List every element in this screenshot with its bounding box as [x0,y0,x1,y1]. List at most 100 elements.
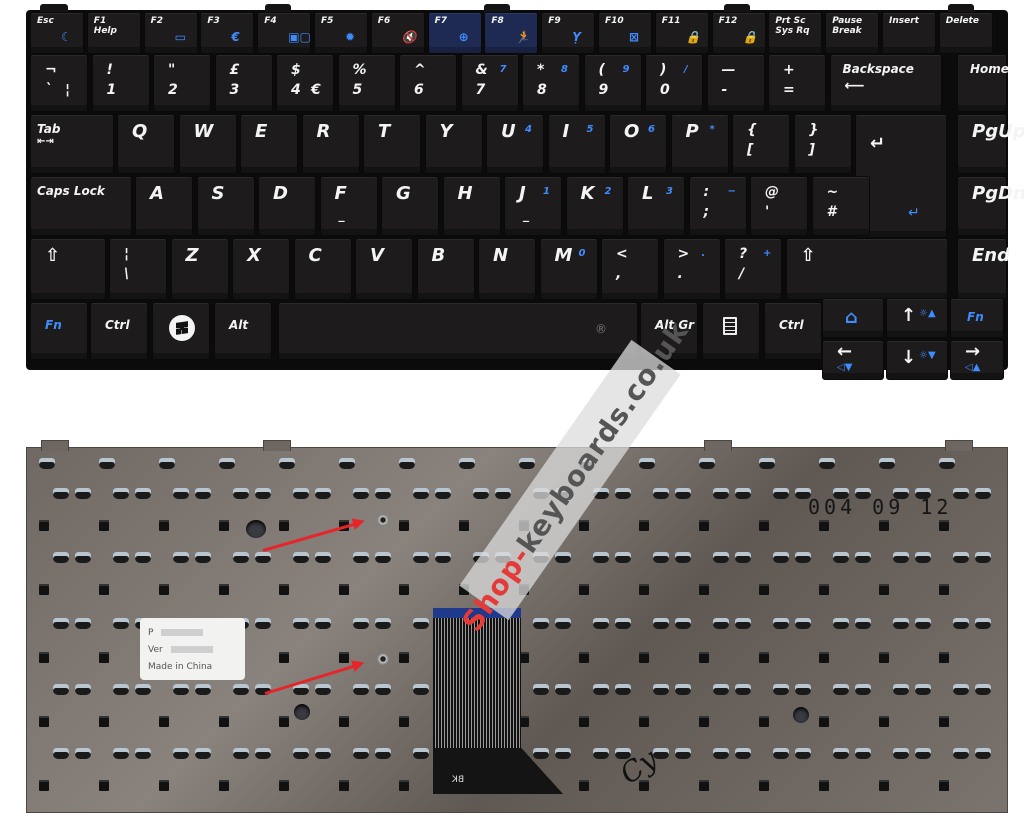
key-q[interactable]: Q [117,114,175,174]
key-0[interactable]: ) 0 / [645,54,703,112]
key-symbol[interactable]: >.. [662,238,721,300]
key-windows[interactable] [152,302,210,360]
key-label: B [431,245,446,266]
key-f9[interactable]: F9 Ỵ [541,12,596,54]
key-4[interactable]: $4 € [276,54,334,112]
key-r[interactable]: R [301,114,360,174]
key-j[interactable]: J 1 _ [504,176,562,236]
key-m[interactable]: M0 [539,238,598,300]
key-o[interactable]: O6 [609,114,667,174]
key-pgup[interactable]: PgUp [957,114,1024,174]
key-f12[interactable]: F12 🔒 [711,12,766,54]
key-f3[interactable]: F3 € [200,12,255,54]
key-pgdn[interactable]: PgDn [957,176,1024,236]
key-3[interactable]: £3 [214,54,273,112]
key-f6[interactable]: F6 🔇 [370,12,425,54]
key-symbol[interactable]: — - [706,54,765,112]
key-shift[interactable]: ⇧ [30,238,106,300]
key-i[interactable]: I5 [547,114,606,174]
key-insert[interactable]: Insert [882,12,936,54]
key-left-arrow[interactable]: ← ◁▼ [822,340,884,380]
key-end[interactable]: End [957,238,1010,300]
key-1[interactable]: ! 1 [91,54,150,112]
key-w[interactable]: W [178,114,237,174]
key-ctrl-right[interactable]: Ctrl [764,302,822,360]
key-y[interactable]: Y [424,114,483,174]
key-symbol[interactable]: @ ' [750,176,808,236]
key-fn-right[interactable]: Fn [950,298,1004,338]
key-tab[interactable]: Tab ⇤⇥ [30,114,114,174]
key-5[interactable]: % 5 [337,54,396,112]
key-x[interactable]: X [232,238,290,300]
key-v[interactable]: V [355,238,413,300]
key-shift[interactable]: ⇧ [785,238,948,300]
key-symbol[interactable]: :; − [688,176,747,236]
plate-hole [159,458,175,469]
key-7[interactable]: & 7 7 [460,54,519,112]
key-u[interactable]: U4 [486,114,544,174]
key-9[interactable]: (9 9 [583,54,642,112]
plate-hole [953,684,969,695]
plate-hole [833,552,849,563]
key-g[interactable]: G [381,176,439,236]
plate-hole [459,584,469,595]
key-f1[interactable]: F1 Help [86,12,141,54]
key-f7[interactable]: F7 ⊕ [427,12,482,54]
plate-hole [353,552,369,563]
key-alt[interactable]: Alt [214,302,272,360]
key-2[interactable]: " 2 [153,54,211,112]
cable-code: BK [452,775,465,785]
key-t[interactable]: T [363,114,421,174]
key-e[interactable]: E [240,114,298,174]
key-alt-gr[interactable]: Alt Gr [640,302,698,360]
key-p[interactable]: P * [670,114,729,174]
key-a[interactable]: A [135,176,193,236]
key-backspace[interactable]: Backspace ⟵ [829,54,942,112]
key-fn[interactable]: Fn [30,302,88,360]
key-f11[interactable]: F11 🔒 [654,12,709,54]
numpad-label: * [709,124,715,135]
key-8[interactable]: * 8 8 [522,54,580,112]
key-6[interactable]: ^ 6 [399,54,457,112]
key-up-arrow[interactable]: ↑ ☼▲ [886,298,948,338]
key-symbol[interactable]: ~ # [811,176,870,236]
key-down-arrow[interactable]: ↓ ☼▼ [886,340,948,380]
key-home[interactable]: Home [957,54,1009,112]
plate-hole [593,488,609,499]
key-c[interactable]: C [293,238,352,300]
key-b[interactable]: B [416,238,475,300]
key-esc[interactable]: Esc ☾ [30,12,84,54]
key-delete[interactable]: Delete [938,12,993,54]
key-l[interactable]: L3 [627,176,685,236]
key-symbol[interactable]: ¬ ` ¦ [30,54,88,112]
key-symbol[interactable]: {[ [732,114,790,174]
key-s[interactable]: S [196,176,255,236]
key-h[interactable]: H [442,176,501,236]
key-menu[interactable] [702,302,760,360]
key-right-arrow[interactable]: → ◁▲ [950,340,1004,380]
key-n[interactable]: N [478,238,536,300]
key-symbol[interactable]: ¦ \ [109,238,167,300]
plate-hole [893,552,909,563]
key-symbol[interactable]: ? / + [724,238,782,300]
key-symbol[interactable]: }] [793,114,852,174]
key-f8[interactable]: F8 🏃 [484,12,539,54]
key-space[interactable] [278,302,638,360]
key-prt-sc[interactable]: Prt Sc Sys Rq [768,12,823,54]
key-f10[interactable]: F10 ⊠ [598,12,652,54]
brightness-up-icon: ☼▲ [919,308,936,319]
key-fn-home[interactable]: ⌂ [822,298,884,338]
numpad-label: 7 [499,64,507,75]
key-ctrl-left[interactable]: Ctrl [90,302,148,360]
key-f[interactable]: F _ [319,176,378,236]
key-symbol[interactable]: + = [768,54,826,112]
key-f2[interactable]: F2 ▭ [143,12,198,54]
key-caps-lock[interactable]: Caps Lock [30,176,132,236]
key-z[interactable]: Z [170,238,229,300]
key-k[interactable]: K2 [565,176,624,236]
key-f4[interactable]: F4 ▣▢ [257,12,312,54]
key-d[interactable]: D [258,176,316,236]
key-f5[interactable]: F5 ✹ [314,12,368,54]
key-symbol[interactable]: <, [601,238,659,300]
key-pause[interactable]: Pause Break [825,12,880,54]
